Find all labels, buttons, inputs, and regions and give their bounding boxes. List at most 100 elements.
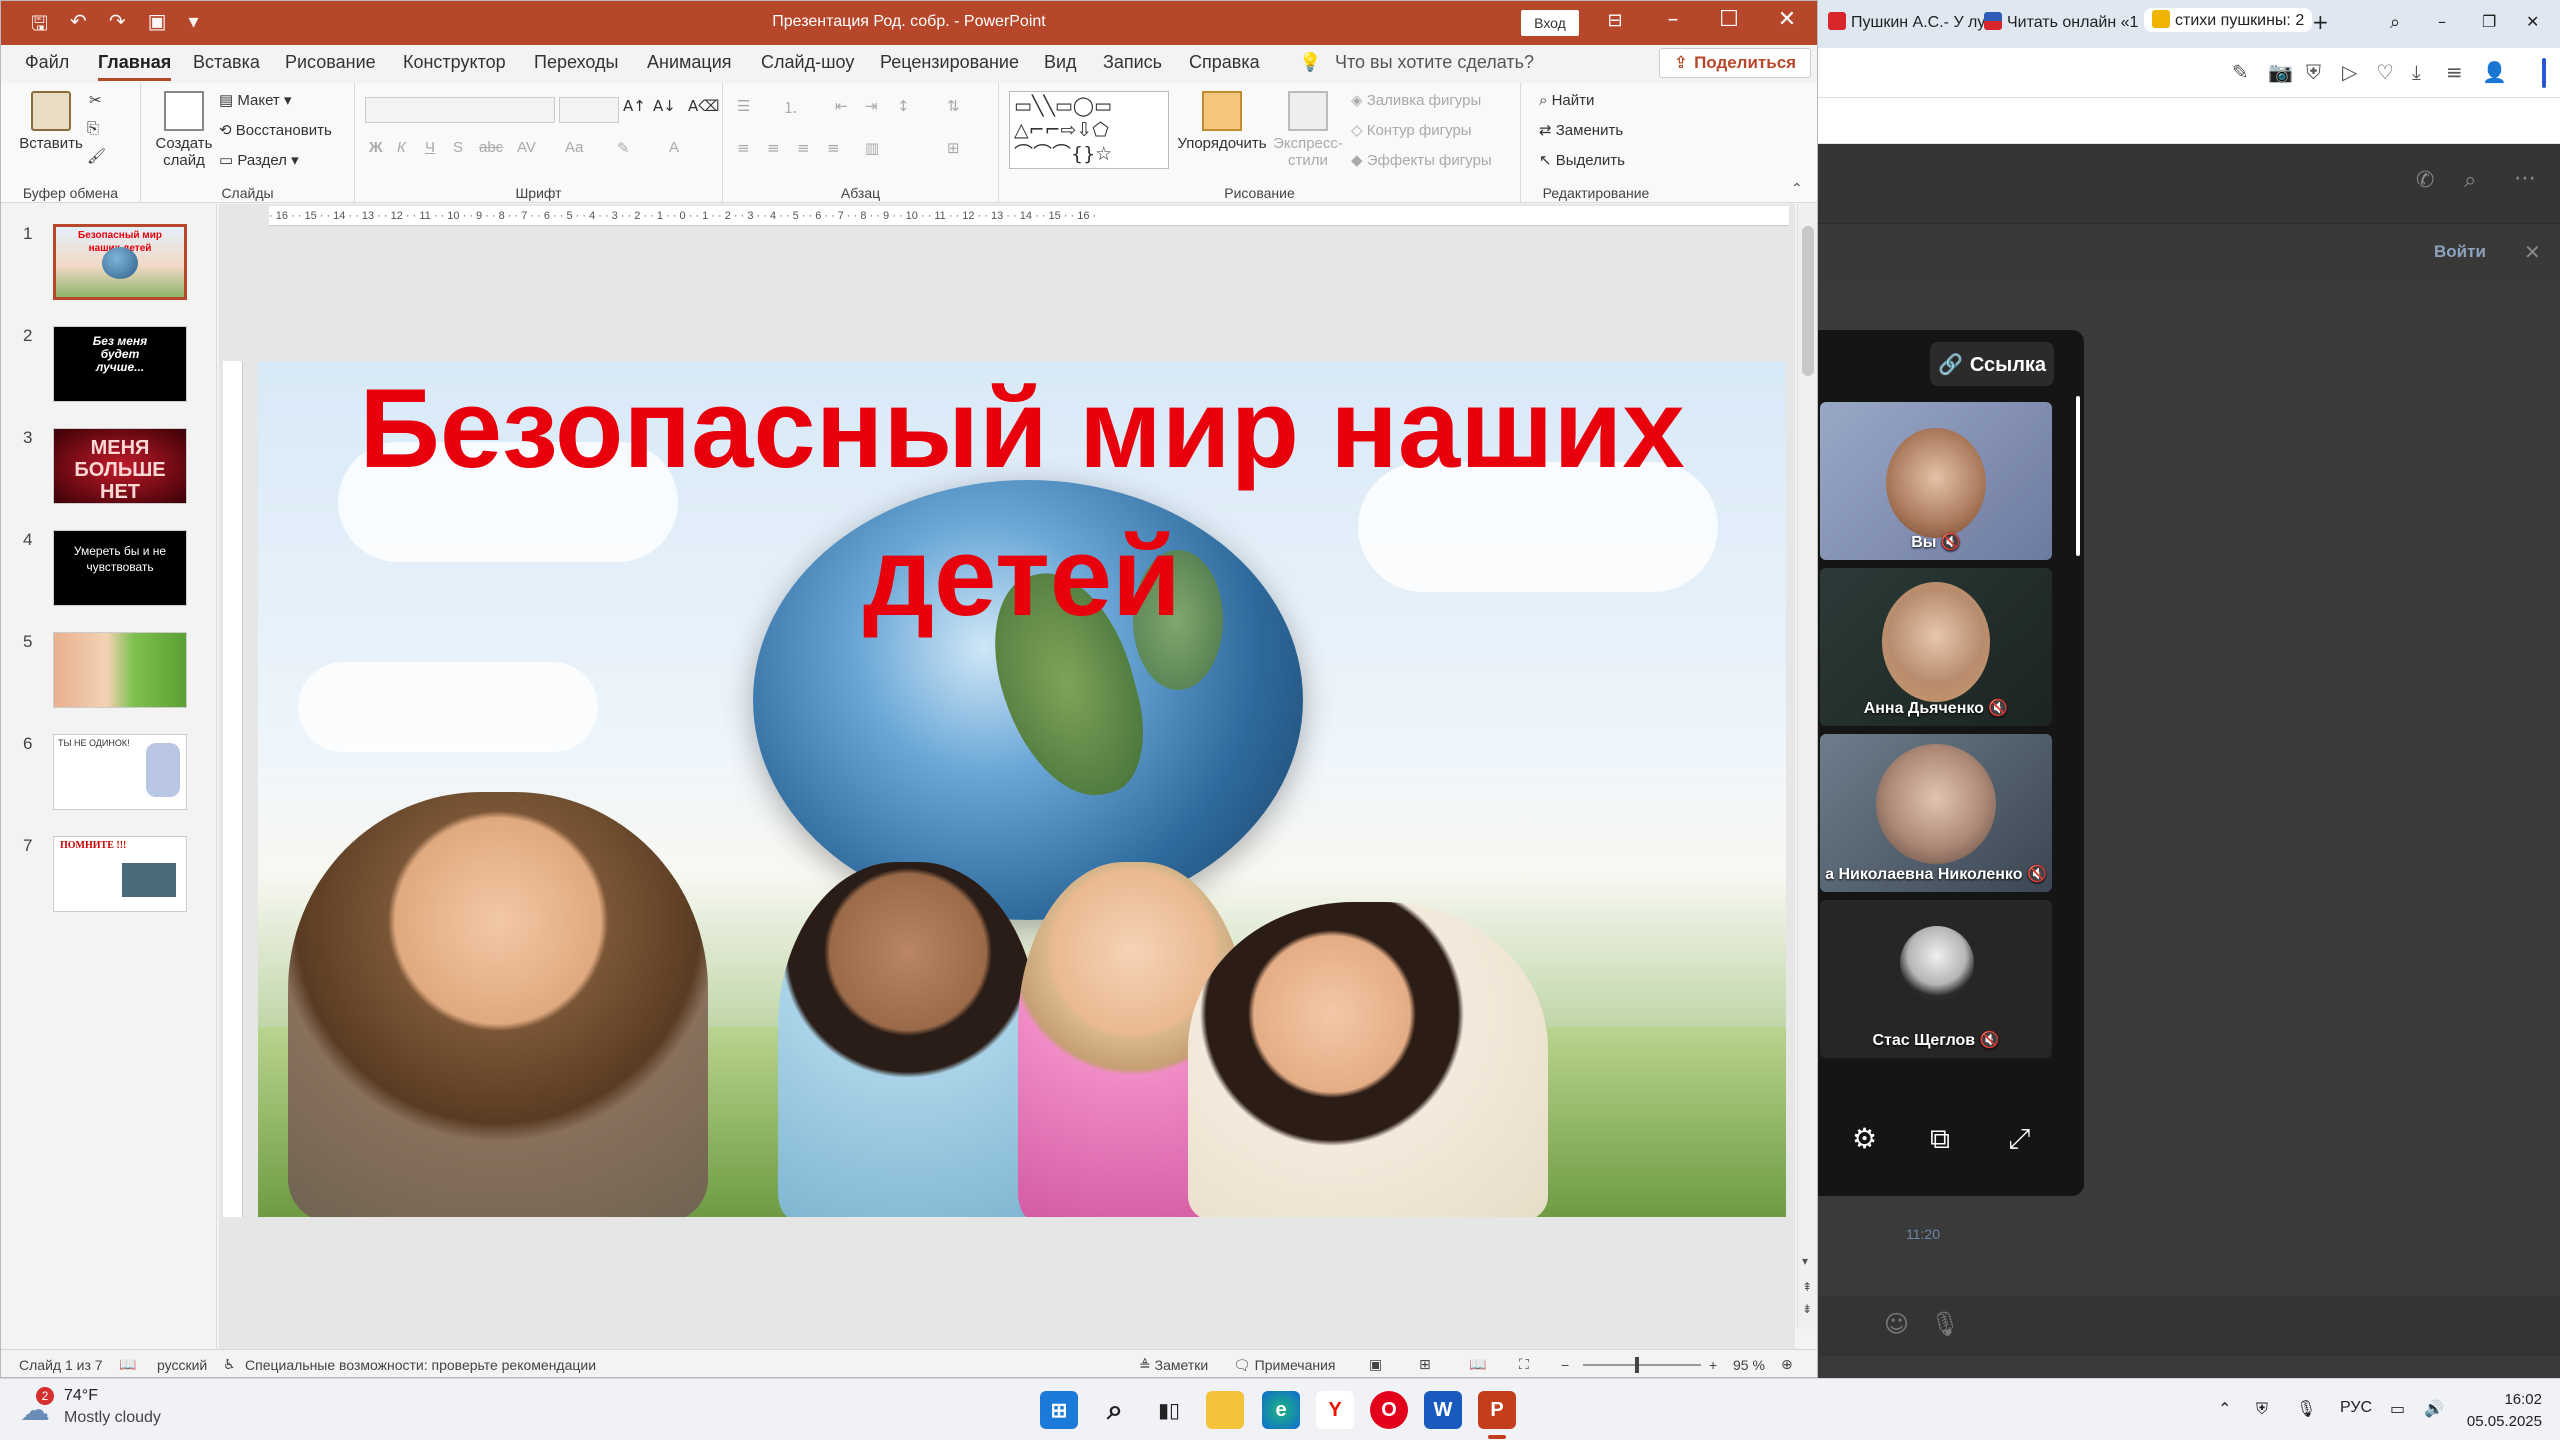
thumbnail-slide-3[interactable]: МЕНЯ БОЛЬШЕ НЕТ	[53, 428, 187, 504]
participant-tile[interactable]: Анна Дьяченко 🔇	[1820, 568, 2052, 726]
quick-styles-button[interactable]: Экспресс-стили	[1271, 91, 1345, 169]
slideshow-icon[interactable]: ⛶	[1519, 1357, 1529, 1373]
thumbnail-item[interactable]: 2 Без меня будет лучше...	[1, 326, 217, 406]
more-icon[interactable]: ⋯	[2514, 166, 2536, 191]
tab-insert[interactable]: Вставка	[193, 52, 260, 73]
collapse-ribbon-icon[interactable]: ⌃	[1791, 181, 1803, 197]
align-left-icon[interactable]: ≡	[737, 139, 750, 157]
ribbon-display-icon[interactable]: ⊟	[1587, 10, 1643, 31]
thumbnail-item[interactable]: 1 Безопасный мир наших детей	[1, 224, 217, 304]
strikethrough-icon[interactable]: abc	[479, 139, 503, 156]
clock[interactable]: 16:02 05.05.2025	[2458, 1389, 2542, 1433]
thumbnail-item[interactable]: 6 ТЫ НЕ ОДИНОК!	[1, 734, 217, 814]
language-status[interactable]: русский	[157, 1357, 207, 1373]
tab-view[interactable]: Вид	[1044, 52, 1077, 73]
tab-help[interactable]: Справка	[1189, 52, 1260, 73]
zoom-in-icon[interactable]: +	[1709, 1357, 1717, 1373]
bullets-icon[interactable]: ☰	[737, 97, 750, 115]
shape-outline-button[interactable]: ◇ Контур фигуры	[1351, 121, 1472, 139]
tab-home[interactable]: Главная	[98, 52, 172, 81]
tab-draw[interactable]: Рисование	[285, 52, 376, 73]
font-name-box[interactable]	[365, 97, 555, 123]
profile-icon[interactable]: 👤	[2482, 60, 2507, 84]
picture-in-picture-icon[interactable]: ⧉	[1930, 1122, 1950, 1156]
thumbnail-slide-4[interactable]: Умереть бы и не чувствовать	[53, 530, 187, 606]
screenshot-icon[interactable]: 📷	[2268, 60, 2293, 84]
browser-tab[interactable]: Читать онлайн «1	[1984, 12, 2138, 32]
powerpoint-icon[interactable]: P	[1478, 1391, 1516, 1429]
align-text-icon[interactable]: ⊞	[947, 139, 960, 157]
restore-icon[interactable]: ❐	[2482, 12, 2496, 31]
show-hidden-icons[interactable]: ⌃	[2218, 1399, 2231, 1418]
fit-slide-icon[interactable]: ⊕	[1781, 1357, 1793, 1373]
select-button[interactable]: ↖ Выделить	[1539, 151, 1625, 169]
menu-icon[interactable]: ≡	[2446, 60, 2463, 84]
tab-review[interactable]: Рецензирование	[880, 52, 1019, 73]
prev-slide-icon[interactable]: ⇞	[1802, 1280, 1812, 1294]
participant-tile[interactable]: Вы 🔇	[1820, 402, 2052, 560]
settings-gear-icon[interactable]: ⚙	[1852, 1122, 1877, 1155]
search-icon[interactable]: ⌕	[1096, 1391, 1134, 1429]
increase-indent-icon[interactable]: ⇥	[865, 97, 878, 115]
accessibility-status[interactable]: Специальные возможности: проверьте реком…	[245, 1357, 596, 1373]
close-join-bar-icon[interactable]: ✕	[2524, 240, 2541, 264]
thumbnail-item[interactable]: 3 МЕНЯ БОЛЬШЕ НЕТ	[1, 428, 217, 508]
edge-icon[interactable]: e	[1262, 1391, 1300, 1429]
shape-effects-button[interactable]: ◆ Эффекты фигуры	[1351, 151, 1492, 169]
align-center-icon[interactable]: ≡	[767, 139, 780, 157]
close-icon[interactable]: ✕	[1759, 7, 1815, 32]
tab-animations[interactable]: Анимация	[647, 52, 732, 73]
current-slide[interactable]: Безопасный мир наших детей	[258, 362, 1786, 1217]
columns-icon[interactable]: ▥	[865, 139, 879, 157]
layout-button[interactable]: ▤ Макет ▾	[219, 91, 292, 109]
notes-button[interactable]: ≜ Заметки	[1139, 1357, 1208, 1374]
thumbnail-item[interactable]: 4 Умереть бы и не чувствовать	[1, 530, 217, 610]
normal-view-icon[interactable]: ▣	[1369, 1357, 1382, 1373]
underline-icon[interactable]: Ч	[425, 139, 435, 156]
signin-button[interactable]: Вход	[1521, 10, 1579, 36]
download-icon[interactable]: ⤓	[2412, 60, 2421, 84]
arrange-button[interactable]: Упорядочить	[1177, 91, 1267, 152]
zoom-slider-thumb[interactable]	[1635, 1357, 1639, 1373]
word-icon[interactable]: W	[1424, 1391, 1462, 1429]
shadow-icon[interactable]: S	[453, 139, 463, 156]
reading-view-icon[interactable]: 📖	[1469, 1357, 1486, 1373]
shield-icon[interactable]: ⛨	[2306, 60, 2321, 84]
reset-button[interactable]: ⟲ Восстановить	[219, 121, 332, 139]
next-slide-icon[interactable]: ⇟	[1802, 1302, 1812, 1316]
justify-icon[interactable]: ≡	[827, 139, 840, 157]
volume-icon[interactable]: 🔊	[2424, 1399, 2444, 1418]
thumbnail-slide-5[interactable]	[53, 632, 187, 708]
message-input-area[interactable]: ☺ 🎙	[1818, 1296, 2560, 1356]
search-icon[interactable]: ⌕	[2390, 12, 2400, 33]
shape-fill-button[interactable]: ◈ Заливка фигуры	[1351, 91, 1481, 109]
thumbnail-slide-6[interactable]: ТЫ НЕ ОДИНОК!	[53, 734, 187, 810]
join-button[interactable]: Войти	[2434, 242, 2486, 262]
section-button[interactable]: ▭ Раздел ▾	[219, 151, 299, 169]
slide-title-line-1[interactable]: Безопасный мир наших	[258, 364, 1786, 493]
clear-format-icon[interactable]: A⌫	[688, 97, 719, 115]
spellcheck-icon[interactable]: 📖	[119, 1357, 136, 1373]
input-language[interactable]: РУС	[2340, 1399, 2372, 1417]
tab-transitions[interactable]: Переходы	[534, 52, 618, 73]
microphone-icon[interactable]: 🎙	[2296, 1399, 2316, 1418]
tab-record[interactable]: Запись	[1103, 52, 1162, 73]
display-icon[interactable]: ▭	[2390, 1399, 2405, 1418]
emoji-icon[interactable]: ☺	[1884, 1310, 1909, 1338]
maximize-icon[interactable]: ☐	[1701, 7, 1757, 32]
change-case-icon[interactable]: Aa	[565, 139, 583, 156]
tab-design[interactable]: Конструктор	[403, 52, 506, 73]
thumbnail-slide-7[interactable]: ПОМНИТЕ !!!	[53, 836, 187, 912]
vertical-scrollbar[interactable]: ▾ ⇞ ⇟	[1797, 204, 1817, 1329]
search-icon[interactable]: ⌕	[2464, 168, 2476, 193]
numbering-icon[interactable]: ⒈	[783, 97, 798, 118]
paste-button[interactable]: Вставить	[15, 91, 87, 152]
fullscreen-icon[interactable]: ⤢	[2008, 1122, 2030, 1156]
browser-tab-active[interactable]: стихи пушкины: 2	[2144, 8, 2313, 32]
italic-icon[interactable]: К	[397, 139, 406, 156]
close-icon[interactable]: ✕	[2526, 12, 2539, 31]
minimize-icon[interactable]: –	[1645, 7, 1701, 32]
zoom-out-icon[interactable]: −	[1561, 1357, 1569, 1373]
new-tab-icon[interactable]: +	[2312, 10, 2329, 34]
tab-file[interactable]: Файл	[25, 52, 69, 73]
